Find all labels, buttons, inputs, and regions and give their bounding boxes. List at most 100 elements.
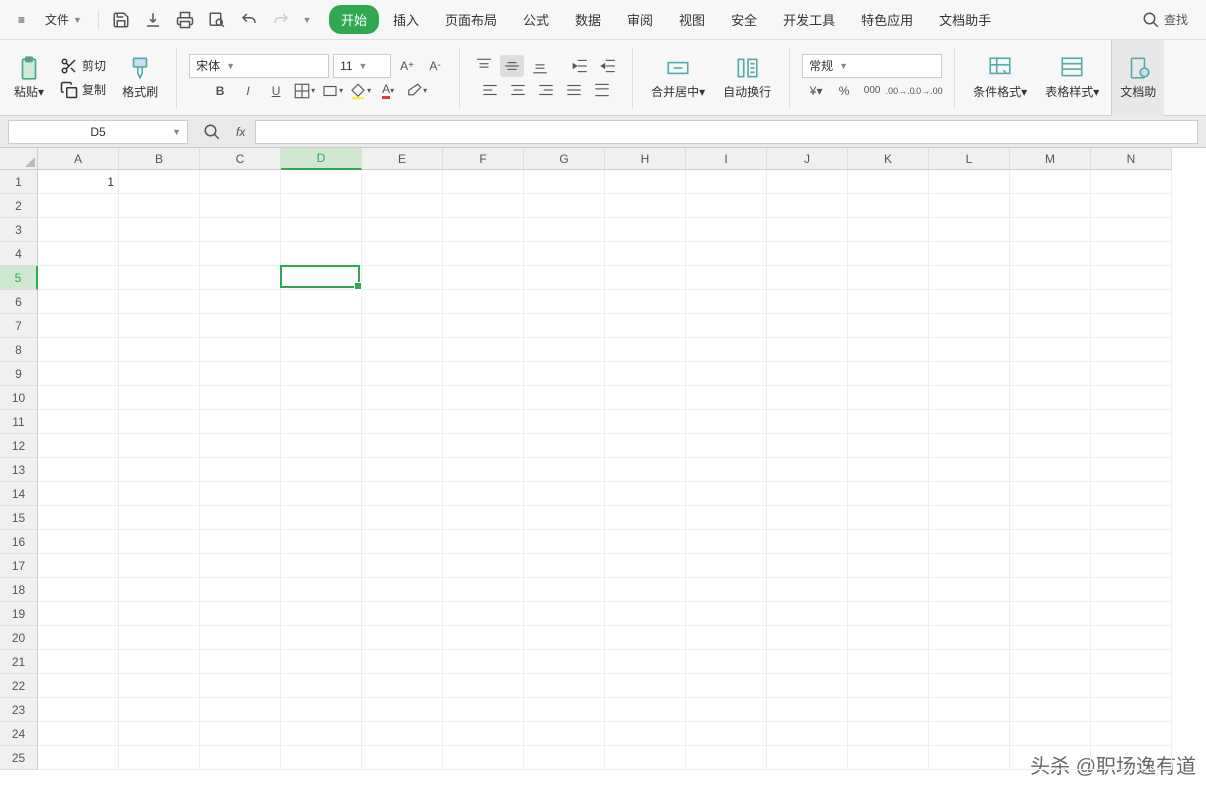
cell[interactable]	[767, 194, 848, 218]
cell[interactable]	[605, 722, 686, 746]
cell[interactable]	[605, 290, 686, 314]
cell[interactable]	[362, 314, 443, 338]
cell[interactable]	[848, 626, 929, 650]
cell[interactable]	[848, 242, 929, 266]
cell[interactable]	[686, 578, 767, 602]
cell[interactable]	[524, 482, 605, 506]
cell[interactable]	[686, 410, 767, 434]
increase-decimal-button[interactable]: .00→.0	[888, 80, 912, 102]
cell[interactable]	[686, 266, 767, 290]
cell[interactable]	[524, 530, 605, 554]
cell[interactable]	[281, 386, 362, 410]
merge-center-button[interactable]: 合并居中▾	[645, 51, 711, 104]
cell[interactable]	[1091, 290, 1172, 314]
cell[interactable]	[200, 506, 281, 530]
col-header-J[interactable]: J	[767, 148, 848, 170]
cell[interactable]	[929, 170, 1010, 194]
cell[interactable]	[524, 362, 605, 386]
cell[interactable]	[200, 626, 281, 650]
cell[interactable]	[848, 218, 929, 242]
col-header-L[interactable]: L	[929, 148, 1010, 170]
cell[interactable]	[38, 290, 119, 314]
cell[interactable]	[1010, 362, 1091, 386]
cell[interactable]	[848, 386, 929, 410]
row-header-2[interactable]: 2	[0, 194, 38, 218]
cell[interactable]	[200, 290, 281, 314]
cell[interactable]	[605, 410, 686, 434]
cell[interactable]	[686, 698, 767, 722]
cell[interactable]	[767, 338, 848, 362]
cell[interactable]	[1010, 170, 1091, 194]
cell[interactable]	[362, 626, 443, 650]
cell[interactable]	[443, 362, 524, 386]
cell[interactable]	[605, 482, 686, 506]
cell[interactable]	[686, 626, 767, 650]
cell[interactable]	[200, 218, 281, 242]
col-header-I[interactable]: I	[686, 148, 767, 170]
col-header-D[interactable]: D	[281, 148, 362, 170]
cell[interactable]	[929, 602, 1010, 626]
cell[interactable]	[1091, 554, 1172, 578]
cell[interactable]	[1091, 626, 1172, 650]
cell[interactable]	[38, 626, 119, 650]
cell[interactable]	[605, 314, 686, 338]
cell[interactable]	[362, 266, 443, 290]
cell[interactable]	[929, 578, 1010, 602]
cell[interactable]	[38, 410, 119, 434]
cell[interactable]	[281, 410, 362, 434]
cell[interactable]	[119, 434, 200, 458]
row-header-23[interactable]: 23	[0, 698, 38, 722]
cell[interactable]	[524, 674, 605, 698]
cell[interactable]	[848, 290, 929, 314]
cell[interactable]	[1091, 314, 1172, 338]
comma-button[interactable]: 000	[860, 80, 884, 102]
cell[interactable]	[524, 314, 605, 338]
cell[interactable]	[686, 746, 767, 770]
cell[interactable]	[38, 218, 119, 242]
row-header-18[interactable]: 18	[0, 578, 38, 602]
cell[interactable]	[281, 170, 362, 194]
cell[interactable]	[929, 218, 1010, 242]
tab-5[interactable]: 审阅	[615, 5, 665, 34]
cell[interactable]	[362, 698, 443, 722]
cell[interactable]	[281, 314, 362, 338]
cell[interactable]	[119, 722, 200, 746]
row-header-9[interactable]: 9	[0, 362, 38, 386]
hamburger-menu[interactable]: ≡	[10, 9, 33, 31]
col-header-K[interactable]: K	[848, 148, 929, 170]
cell[interactable]	[1091, 266, 1172, 290]
row-header-6[interactable]: 6	[0, 290, 38, 314]
cell[interactable]	[38, 194, 119, 218]
cell[interactable]	[1010, 314, 1091, 338]
cell[interactable]	[767, 650, 848, 674]
cell[interactable]	[281, 626, 362, 650]
cell[interactable]	[119, 362, 200, 386]
cell[interactable]	[119, 746, 200, 770]
cell[interactable]	[1010, 746, 1091, 770]
cell[interactable]	[281, 194, 362, 218]
col-header-G[interactable]: G	[524, 148, 605, 170]
row-header-12[interactable]: 12	[0, 434, 38, 458]
cell[interactable]	[281, 578, 362, 602]
cell[interactable]	[848, 170, 929, 194]
cell[interactable]	[929, 266, 1010, 290]
print-preview-button[interactable]	[203, 6, 231, 34]
cell[interactable]	[119, 314, 200, 338]
cell[interactable]	[281, 602, 362, 626]
cell[interactable]	[362, 410, 443, 434]
cell[interactable]	[281, 746, 362, 770]
cell[interactable]	[848, 482, 929, 506]
cell[interactable]	[362, 242, 443, 266]
print-button[interactable]	[171, 6, 199, 34]
cell[interactable]	[362, 170, 443, 194]
cell[interactable]	[1010, 386, 1091, 410]
cell[interactable]	[1010, 410, 1091, 434]
cell[interactable]	[848, 314, 929, 338]
cell[interactable]	[848, 410, 929, 434]
cell[interactable]	[929, 458, 1010, 482]
cell[interactable]	[38, 554, 119, 578]
cell[interactable]	[686, 434, 767, 458]
tab-1[interactable]: 插入	[381, 5, 431, 34]
cell[interactable]	[929, 506, 1010, 530]
cell[interactable]	[767, 266, 848, 290]
